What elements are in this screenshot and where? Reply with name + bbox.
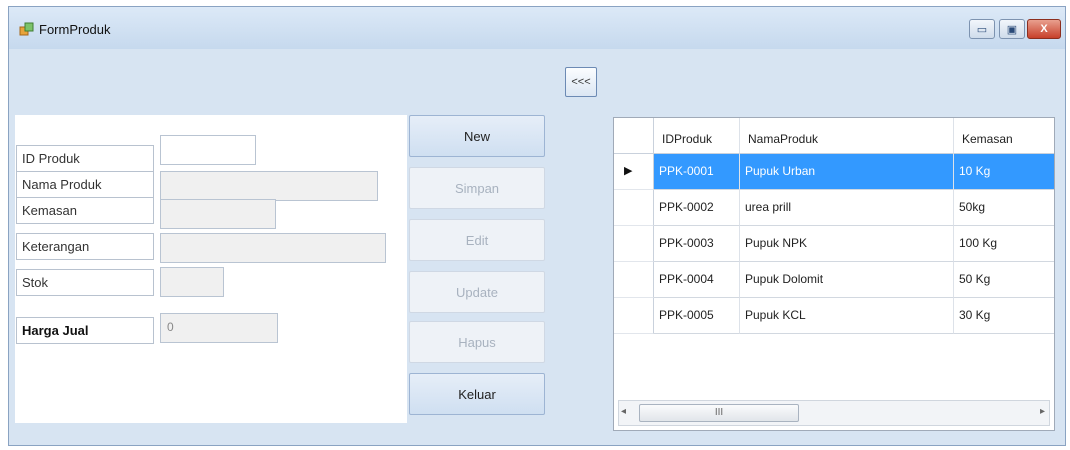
scroll-left-arrow-icon[interactable]: ◂ — [621, 406, 626, 417]
stok-input[interactable] — [160, 267, 224, 297]
kemasan-input[interactable] — [160, 199, 276, 229]
label-keterangan: Keterangan — [16, 233, 154, 260]
minimize-icon: ▭ — [976, 23, 988, 36]
harga-jual-input[interactable]: 0 — [160, 313, 278, 343]
cell-kemasan[interactable]: 50 Kg — [954, 262, 1054, 298]
cell-idproduk[interactable]: PPK-0002 — [654, 190, 740, 226]
column-header-namaproduk[interactable]: NamaProduk — [740, 118, 954, 154]
cell-namaproduk[interactable]: Pupuk KCL — [740, 298, 954, 334]
scroll-thumb[interactable]: III — [639, 404, 799, 422]
row-header[interactable] — [614, 262, 654, 298]
minimize-button[interactable]: ▭ — [969, 19, 995, 39]
new-button[interactable]: New — [409, 115, 545, 157]
scroll-grip-icon: III — [714, 407, 724, 418]
cell-namaproduk[interactable]: urea prill — [740, 190, 954, 226]
current-row-arrow-icon: ▶ — [624, 165, 633, 177]
row-header[interactable] — [614, 190, 654, 226]
product-form-panel: ID Produk Nama Produk Kemasan Keterangan… — [15, 115, 407, 423]
column-header-kemasan[interactable]: Kemasan — [954, 118, 1054, 154]
product-data-grid[interactable]: IDProduk NamaProduk Kemasan ▶ PPK-0001 P… — [613, 117, 1055, 431]
label-nama-produk: Nama Produk — [16, 171, 154, 198]
cell-idproduk[interactable]: PPK-0004 — [654, 262, 740, 298]
edit-button[interactable]: Edit — [409, 219, 545, 261]
close-icon: X — [1040, 23, 1048, 35]
cell-namaproduk[interactable]: Pupuk Dolomit — [740, 262, 954, 298]
cell-idproduk[interactable]: PPK-0005 — [654, 298, 740, 334]
keterangan-input[interactable] — [160, 233, 386, 263]
grid-corner-header — [614, 118, 654, 154]
id-produk-input[interactable] — [160, 135, 256, 165]
row-header[interactable] — [614, 226, 654, 262]
form-produk-window: FormProduk ▭ ▣ X <<< ID Produk Nama Prod… — [8, 6, 1066, 446]
label-id-produk: ID Produk — [16, 145, 154, 172]
row-header[interactable]: ▶ — [614, 154, 654, 190]
cell-idproduk[interactable]: PPK-0003 — [654, 226, 740, 262]
cell-namaproduk[interactable]: Pupuk Urban — [740, 154, 954, 190]
title-bar[interactable]: FormProduk ▭ ▣ X — [9, 7, 1065, 49]
cell-kemasan[interactable]: 10 Kg — [954, 154, 1054, 190]
row-header[interactable] — [614, 298, 654, 334]
scroll-right-arrow-icon[interactable]: ▸ — [1040, 406, 1045, 417]
cell-idproduk[interactable]: PPK-0001 — [654, 154, 740, 190]
cell-kemasan[interactable]: 30 Kg — [954, 298, 1054, 334]
close-button[interactable]: X — [1027, 19, 1061, 39]
app-icon — [19, 22, 34, 36]
label-stok: Stok — [16, 269, 154, 296]
maximize-button[interactable]: ▣ — [999, 19, 1025, 39]
maximize-icon: ▣ — [1006, 23, 1018, 36]
simpan-button[interactable]: Simpan — [409, 167, 545, 209]
collapse-label: <<< — [571, 76, 591, 88]
horizontal-scrollbar[interactable]: ◂ III ▸ — [618, 400, 1050, 426]
hapus-button[interactable]: Hapus — [409, 321, 545, 363]
label-kemasan: Kemasan — [16, 197, 154, 224]
collapse-panel-button[interactable]: <<< — [565, 67, 597, 97]
update-button[interactable]: Update — [409, 271, 545, 313]
cell-kemasan[interactable]: 100 Kg — [954, 226, 1054, 262]
nama-produk-input[interactable] — [160, 171, 378, 201]
cell-kemasan[interactable]: 50kg — [954, 190, 1054, 226]
window-title: FormProduk — [39, 22, 111, 37]
keluar-button[interactable]: Keluar — [409, 373, 545, 415]
cell-namaproduk[interactable]: Pupuk NPK — [740, 226, 954, 262]
column-header-idproduk[interactable]: IDProduk — [654, 118, 740, 154]
label-harga-jual: Harga Jual — [16, 317, 154, 344]
